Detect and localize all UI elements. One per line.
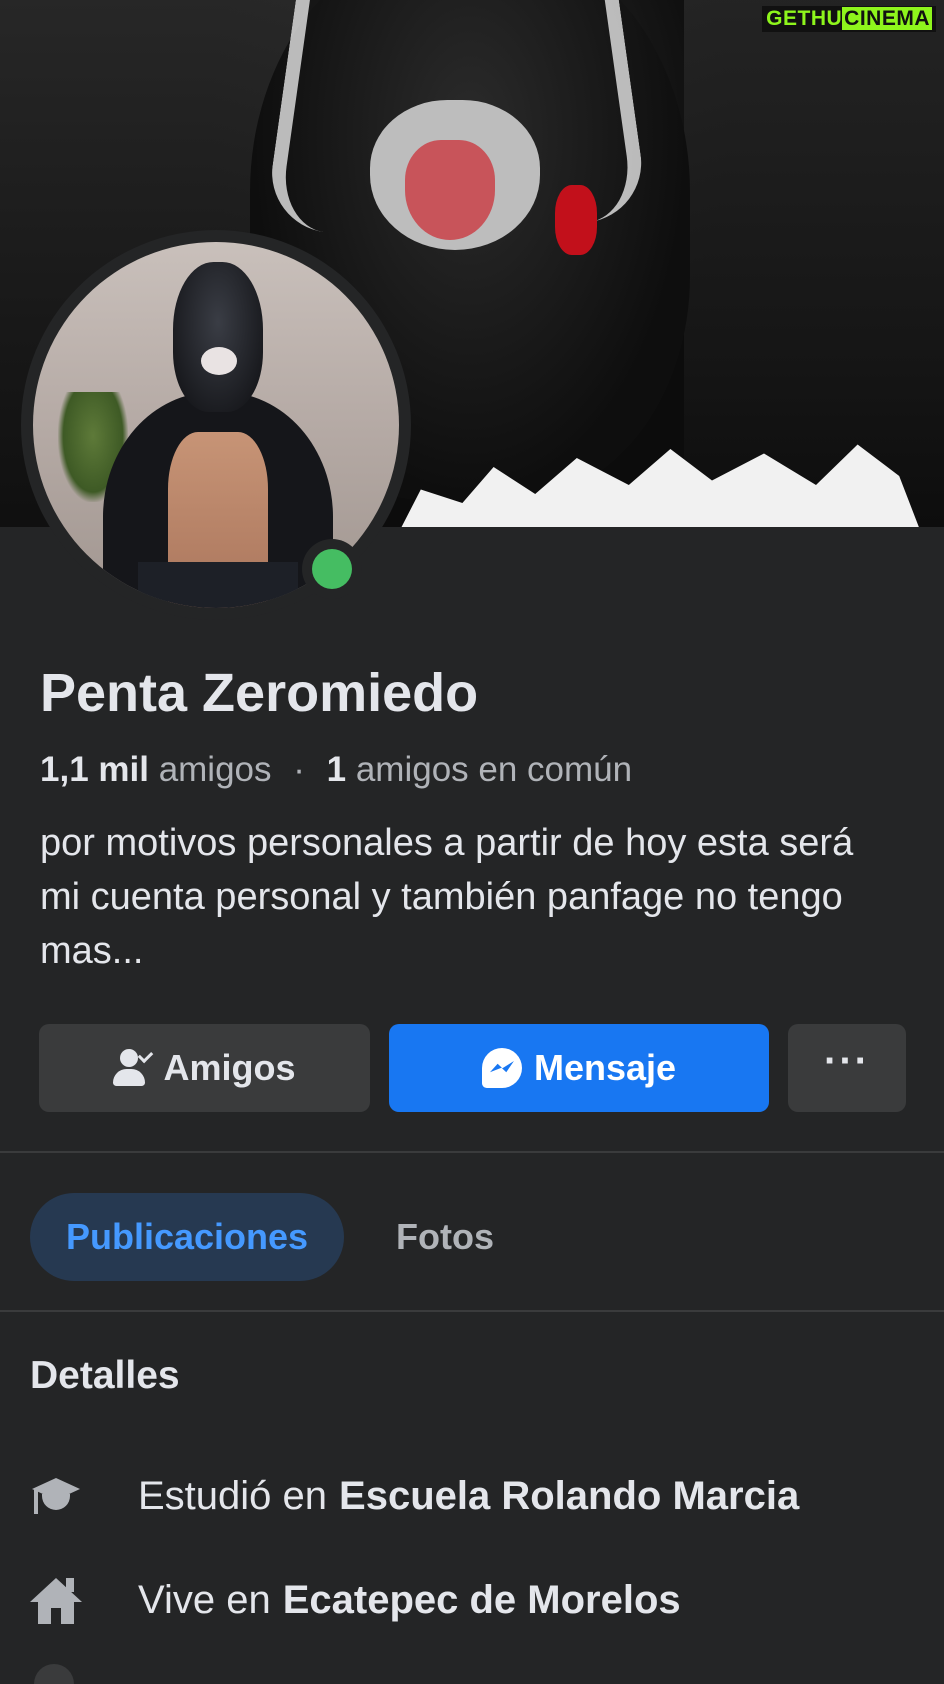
detail-value-link[interactable]: Escuela Rolando Marcia [339,1474,799,1519]
friends-label: amigos [158,750,272,789]
details-heading: Detalles [30,1354,180,1397]
message-button-label: Mensaje [533,1047,677,1088]
mutual-friends-label: amigos en común [355,750,633,789]
next-detail-icon-partial [34,1664,74,1684]
messenger-icon [481,1048,522,1088]
house-icon [30,1574,82,1626]
detail-residence[interactable]: Vive en Ecatepec de Morelos [30,1574,681,1626]
cover-background-right [684,0,944,527]
section-divider [0,1151,944,1153]
avatar-jeans [138,562,298,608]
profile-name: Penta Zeromiedo [40,663,479,723]
friends-button-label: Amigos [163,1047,296,1088]
cover-mask-tongue [405,140,495,240]
tab-label: Fotos [396,1216,494,1257]
tab-fotos[interactable]: Fotos [370,1193,520,1281]
detail-prefix: Estudió en [138,1473,328,1518]
tab-label: Publicaciones [65,1216,309,1257]
watermark-logo: GETHUCINEMA [762,6,936,32]
friends-count: 1,1 mil [40,750,149,789]
detail-education[interactable]: Estudió en Escuela Rolando Marcia [30,1470,799,1522]
friends-button[interactable]: Amigos [39,1024,370,1112]
tab-publicaciones[interactable]: Publicaciones [30,1193,344,1281]
more-dots-icon: ··· [824,1039,870,1083]
person-check-icon [113,1047,154,1087]
cover-red-detail [555,185,597,255]
mutual-friends-count: 1 [326,750,347,789]
friends-summary[interactable]: 1,1 mil amigos · 1 amigos en común [40,750,632,790]
graduation-cap-icon [30,1470,82,1522]
avatar-mask-mouth [201,347,237,375]
avatar-masked-head [173,262,263,412]
detail-prefix: Vive en [138,1577,271,1622]
separator-dot: · [293,750,305,789]
detail-value-link[interactable]: Ecatepec de Morelos [283,1578,681,1623]
section-divider [0,1310,944,1312]
message-button[interactable]: Mensaje [389,1024,769,1112]
profile-bio: por motivos personales a partir de hoy e… [40,822,854,972]
online-status-indicator [312,549,352,589]
more-options-button[interactable]: ··· [788,1024,906,1112]
